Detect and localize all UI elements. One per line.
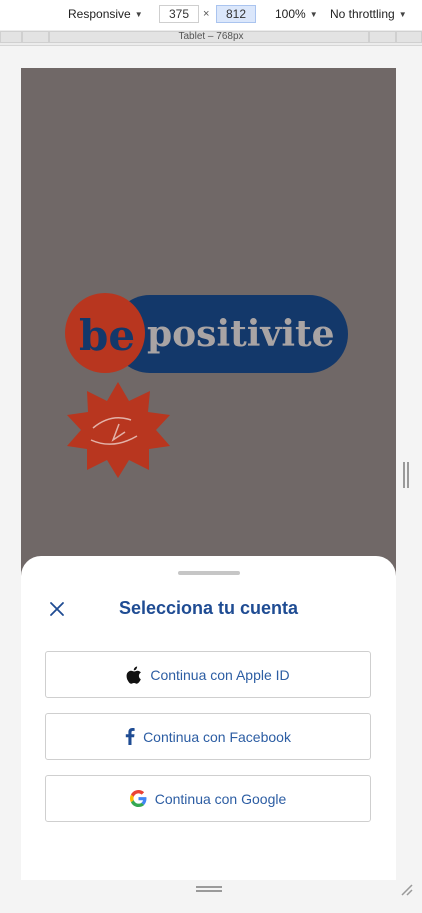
viewport-width-input[interactable] [159,5,199,23]
sheet-drag-handle[interactable] [178,571,240,575]
facebook-icon [125,728,135,745]
corner-resize-icon[interactable] [399,882,413,896]
zoom-selector[interactable]: 100% ▼ [275,7,318,21]
google-signin-button[interactable]: Continua con Google [45,775,371,822]
media-query-ruler: Tablet – 768px [0,30,422,46]
starburst-badge-icon [67,382,170,478]
device-viewport: be positivite Selecciona tu cuenta Conti… [21,68,396,880]
logo-be-text: be [79,311,135,360]
splash-logo: be positivite [65,293,348,478]
dimension-separator: × [203,8,210,20]
account-select-sheet: Selecciona tu cuenta Continua con Apple … [21,556,396,880]
apple-signin-button[interactable]: Continua con Apple ID [45,651,371,698]
google-signin-label: Continua con Google [154,790,287,807]
chevron-down-icon: ▼ [134,9,143,19]
throttling-label: No throttling [330,7,395,21]
facebook-signin-label: Continua con Facebook [143,728,291,745]
facebook-signin-button[interactable]: Continua con Facebook [45,713,371,760]
apple-icon [126,666,142,684]
google-icon [129,790,147,807]
viewport-height-input[interactable] [216,5,256,23]
zoom-label: 100% [275,7,306,21]
devtools-device-toolbar: Responsive ▼ × 100% ▼ No throttling ▼ [0,0,422,31]
chevron-down-icon: ▼ [309,9,318,19]
apple-signin-label: Continua con Apple ID [150,666,290,683]
device-selector[interactable]: Responsive ▼ [68,7,143,21]
sheet-title: Selecciona tu cuenta [118,598,299,618]
device-label: Responsive [68,7,131,21]
breakpoint-label: Tablet – 768px [178,31,244,42]
width-resize-handle[interactable] [403,462,409,488]
height-resize-handle[interactable] [196,886,222,892]
throttling-selector[interactable]: No throttling ▼ [330,7,407,21]
chevron-down-icon: ▼ [398,9,407,19]
logo-wordmark-text: positivite [147,313,335,355]
